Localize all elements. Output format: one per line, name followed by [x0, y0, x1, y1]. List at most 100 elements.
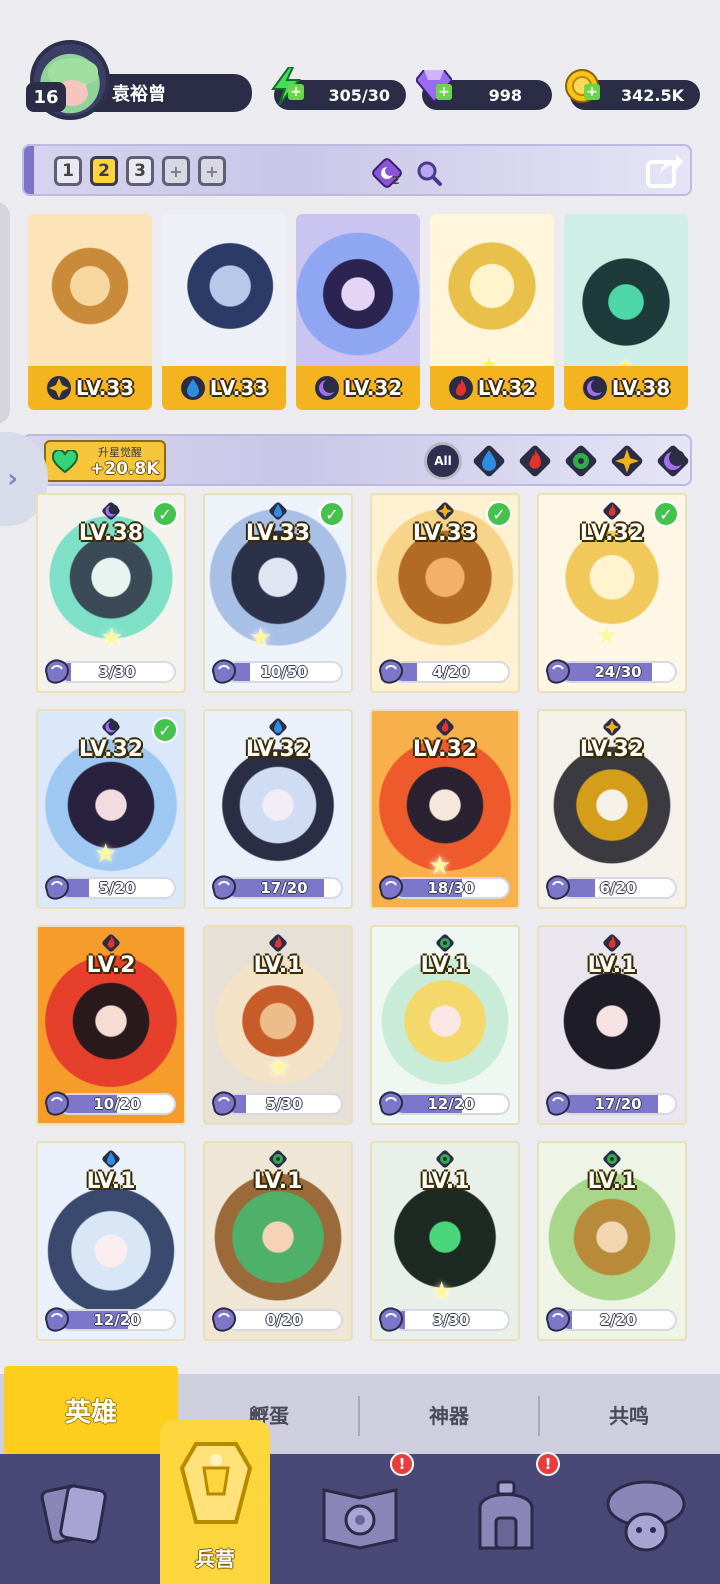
hero-card[interactable]: LV.32 ✓ ★ 24/30 — [537, 493, 687, 693]
heart-icon — [52, 450, 78, 474]
shard-progress-bar: 17/20 — [225, 877, 343, 899]
team-slot-2[interactable]: 2 — [90, 156, 118, 186]
hero-shard-icon — [545, 659, 570, 684]
star-icon: ★ — [94, 839, 118, 869]
filter-nature-button[interactable] — [562, 442, 600, 480]
hero-card[interactable]: LV.38 ✓ ★ 3/30 — [36, 493, 186, 693]
energy-counter[interactable]: + 305/30 — [271, 67, 406, 110]
shrine-icon — [478, 1480, 534, 1550]
filter-dark-button[interactable] — [654, 442, 692, 480]
team-card[interactable]: ★ LV.38 — [564, 214, 688, 410]
shard-progress-text: 2/20 — [599, 1311, 637, 1329]
hero-level: LV.1 — [420, 1169, 470, 1194]
hero-card[interactable]: LV.33 ✓ ★ 10/50 — [203, 493, 353, 693]
coin-plus-icon[interactable]: + — [584, 84, 600, 100]
hero-portrait — [564, 214, 688, 374]
hero-card[interactable]: LV.32 17/20 — [203, 709, 353, 909]
gem-icon: + — [414, 66, 454, 106]
shard-progress-bar: 18/30 — [392, 877, 510, 899]
gem-counter[interactable]: + 998 — [416, 70, 552, 110]
notification-badge: ! — [536, 1452, 560, 1476]
shard-progress-text: 17/20 — [594, 1095, 642, 1113]
filter-light-button[interactable] — [608, 442, 646, 480]
coin-counter[interactable]: + 342.5K — [565, 69, 700, 110]
share-icon[interactable] — [644, 150, 686, 190]
nav-book-button[interactable]: ! — [310, 1452, 414, 1564]
summon-moon-icon[interactable]: 2 — [370, 156, 404, 190]
shard-progress-text: 3/30 — [432, 1311, 470, 1329]
hero-shard-icon — [378, 659, 403, 684]
hero-card[interactable]: LV.32 ★ 18/30 — [370, 709, 520, 909]
side-tab-handle[interactable] — [0, 202, 10, 424]
star-icon: ★ — [267, 1053, 291, 1083]
filter-fire-button[interactable] — [516, 442, 554, 480]
hero-card[interactable]: LV.32 6/20 — [537, 709, 687, 909]
hero-card[interactable]: LV.1 2/20 — [537, 1141, 687, 1341]
hero-card[interactable]: LV.1 ★ 5/30 — [203, 925, 353, 1125]
hero-shard-icon — [378, 1091, 403, 1116]
shard-progress-text: 5/20 — [98, 879, 136, 897]
team-formation-bar: 1 2 3 + + 2 — [22, 144, 692, 196]
nav-cards-button[interactable] — [24, 1464, 124, 1564]
hero-card[interactable]: LV.1 12/20 — [36, 1141, 186, 1341]
water-element-icon — [266, 715, 290, 739]
shard-progress-text: 5/30 — [265, 1095, 303, 1113]
nature-element-icon — [433, 1147, 457, 1171]
mushroom-character-icon — [606, 1480, 686, 1552]
magnifier-icon[interactable] — [412, 156, 446, 190]
team-slot-1[interactable]: 1 — [54, 156, 82, 186]
tab-resonance[interactable]: 共鸣 — [540, 1374, 718, 1454]
fire-element-icon — [448, 376, 473, 400]
hero-shard-icon — [378, 1307, 403, 1332]
awaken-title: 升星觉醒 — [98, 446, 142, 459]
team-card[interactable]: ★★ LV.33 — [162, 214, 286, 410]
shard-progress-bar: 2/20 — [559, 1309, 677, 1331]
hero-level: LV.2 — [86, 953, 136, 978]
nature-element-icon — [266, 1147, 290, 1171]
hero-portrait — [296, 214, 420, 374]
hero-level: LV.32 — [412, 737, 478, 762]
nav-shrine-button[interactable]: ! — [456, 1452, 560, 1564]
nav-character-button[interactable] — [596, 1464, 696, 1564]
hero-card[interactable]: LV.1 12/20 — [370, 925, 520, 1125]
checkmark-icon: ✓ — [152, 501, 178, 527]
filter-all-button[interactable]: All — [424, 442, 462, 480]
energy-plus-icon[interactable]: + — [288, 84, 304, 100]
team-slot-3[interactable]: 3 — [126, 156, 154, 186]
team-card-level: LV.32 — [477, 376, 537, 400]
hero-card[interactable]: LV.32 ✓ ★ 5/20 — [36, 709, 186, 909]
water-element-icon — [180, 376, 205, 400]
team-card[interactable]: LV.33 — [28, 214, 152, 410]
hero-card[interactable]: LV.33 ✓ 4/20 — [370, 493, 520, 693]
water-element-icon — [473, 445, 505, 477]
tab-artifacts[interactable]: 神器 — [360, 1374, 538, 1454]
add-team-button-2[interactable]: + — [198, 156, 226, 186]
add-team-button[interactable]: + — [162, 156, 190, 186]
shard-progress-bar: 6/20 — [559, 877, 677, 899]
hero-shard-icon — [211, 875, 236, 900]
shard-progress-bar: 3/30 — [392, 1309, 510, 1331]
star-awaken-button[interactable]: 升星觉醒 +20.8K — [44, 440, 166, 482]
shard-progress-bar: 24/30 — [559, 661, 677, 683]
hero-level: LV.1 — [587, 1169, 637, 1194]
tab-heroes[interactable]: 英雄 — [4, 1366, 178, 1454]
shard-progress-text: 10/50 — [260, 663, 308, 681]
shard-progress-text: 4/20 — [432, 663, 470, 681]
hero-shard-icon — [545, 1091, 570, 1116]
hero-portrait — [28, 214, 152, 374]
nature-element-icon — [433, 931, 457, 955]
team-card-level-bar: LV.33 — [162, 366, 286, 410]
nav-barracks-button[interactable]: 兵营 — [160, 1420, 270, 1584]
team-card[interactable]: LV.32 — [296, 214, 420, 410]
fire-element-icon — [433, 715, 457, 739]
filter-water-button[interactable] — [470, 442, 508, 480]
hero-card[interactable]: LV.1 0/20 — [203, 1141, 353, 1341]
star-icon: ★ — [249, 623, 273, 653]
checkmark-icon: ✓ — [653, 501, 679, 527]
team-card[interactable]: ★ LV.32 — [430, 214, 554, 410]
hero-card[interactable]: LV.1 17/20 — [537, 925, 687, 1125]
star-icon: ★ — [595, 621, 619, 651]
hero-card[interactable]: LV.2 10/20 — [36, 925, 186, 1125]
gem-plus-icon[interactable]: + — [436, 84, 452, 100]
hero-card[interactable]: LV.1 ★ 3/30 — [370, 1141, 520, 1341]
